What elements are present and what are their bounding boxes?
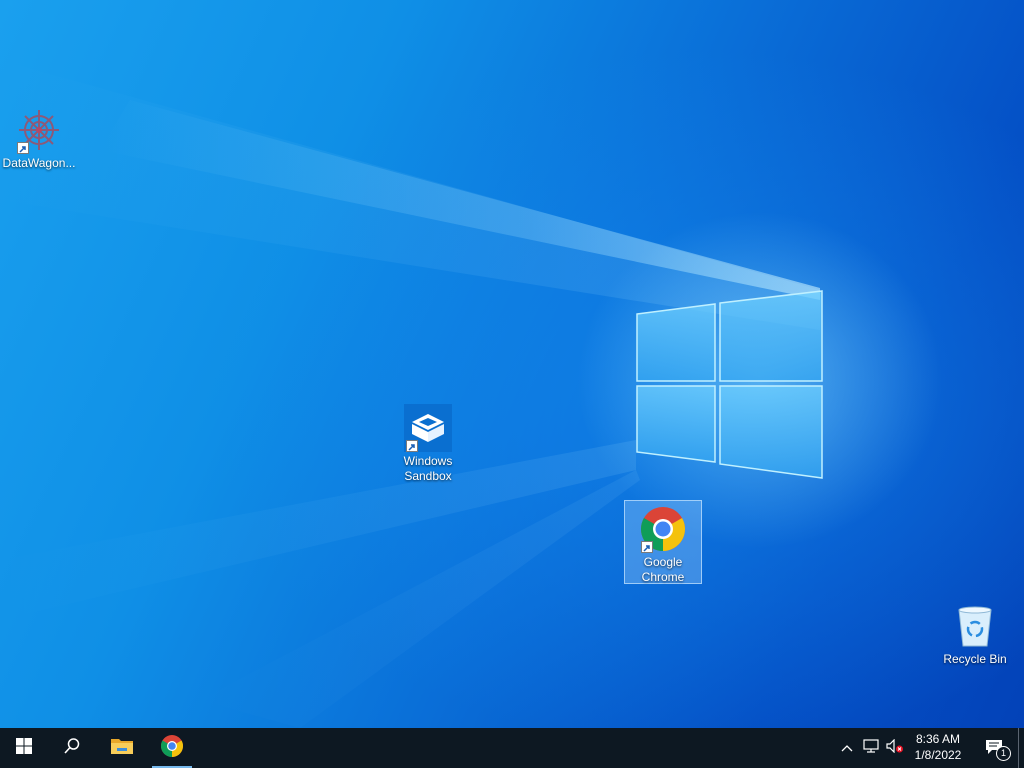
clock-time: 8:36 AM (915, 732, 961, 746)
wallpaper-windows-logo (636, 290, 823, 479)
shortcut-arrow-icon (17, 142, 29, 154)
search-button[interactable] (48, 728, 96, 768)
notification-count-badge: 1 (996, 746, 1011, 761)
desktop-icon-label: Recycle Bin (943, 652, 1007, 666)
desktop-icon-datawagon[interactable]: DataWagon... (0, 102, 78, 171)
network-button[interactable] (860, 728, 882, 768)
desktop-icon-label: Google Chrome (641, 555, 685, 584)
chrome-taskbar-button[interactable] (148, 728, 196, 768)
sandbox-icon (404, 404, 452, 452)
chevron-up-icon (841, 739, 853, 757)
show-hidden-icons-button[interactable] (836, 728, 858, 768)
network-icon (863, 738, 879, 758)
chrome-icon (639, 505, 687, 553)
volume-muted-icon (886, 738, 904, 758)
folder-icon (110, 736, 134, 761)
action-center-button[interactable]: 1 (978, 728, 1012, 768)
desktop-icon-recycle-bin[interactable]: Recycle Bin (936, 598, 1014, 667)
desktop-icon-windows-sandbox[interactable]: Windows Sandbox (389, 400, 467, 484)
taskbar: 8:36 AM 1/8/2022 1 (0, 728, 1024, 768)
show-desktop-button[interactable] (1018, 728, 1024, 768)
windows-logo-icon (16, 737, 32, 759)
notifications-icon: 1 (985, 739, 1011, 761)
desktop[interactable]: DataWagon... Windows Sandbox Google Chro… (0, 0, 1024, 728)
clock-date: 1/8/2022 (914, 748, 962, 762)
volume-button[interactable] (884, 728, 906, 768)
shortcut-arrow-icon (641, 541, 653, 553)
file-explorer-button[interactable] (98, 728, 146, 768)
recycle-bin-icon (951, 602, 999, 650)
chrome-icon (160, 734, 184, 763)
start-button[interactable] (0, 728, 48, 768)
shortcut-arrow-icon (406, 440, 418, 452)
desktop-icon-label: DataWagon... (2, 156, 76, 170)
datawagon-icon (15, 106, 63, 154)
clock-button[interactable]: 8:36 AM 1/8/2022 (908, 728, 968, 768)
desktop-icon-google-chrome[interactable]: Google Chrome (624, 500, 702, 584)
search-icon (63, 737, 81, 760)
desktop-icon-label: Windows Sandbox (403, 454, 453, 483)
